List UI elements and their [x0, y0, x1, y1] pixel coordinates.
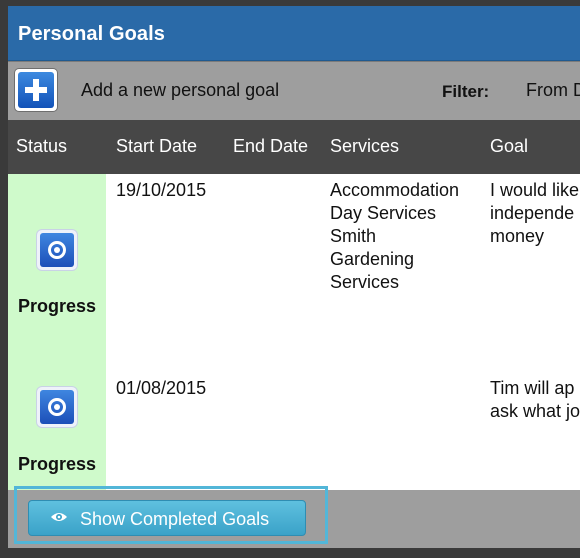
column-header-status[interactable]: Status — [16, 136, 67, 157]
column-header-goal[interactable]: Goal — [490, 136, 528, 157]
goal-line: ask what jo — [490, 401, 580, 421]
toolbar: Add a new personal goal Filter: From D — [8, 61, 580, 121]
table-header: Status Start Date End Date Services Goal — [8, 120, 580, 174]
panel-title: Personal Goals — [18, 23, 166, 45]
status-label: Progress — [17, 454, 97, 474]
show-completed-goals-button[interactable]: Show Completed Goals — [28, 500, 306, 536]
goal-line: independe — [490, 203, 575, 223]
filter-from-label: From D — [526, 80, 580, 100]
personal-goals-panel: Personal Goals Add a new personal goal F… — [8, 6, 580, 548]
service-line: Smith — [330, 226, 377, 246]
title-bar: Personal Goals — [8, 6, 580, 61]
status-label: Progress — [17, 296, 97, 316]
column-header-start-date[interactable]: Start Date — [116, 136, 197, 157]
target-icon[interactable] — [37, 387, 77, 427]
services-cell: Accommodation Day Services Smith Gardeni… — [330, 179, 459, 294]
target-icon[interactable] — [37, 230, 77, 270]
column-header-services[interactable]: Services — [330, 136, 399, 157]
goal-line: money — [490, 226, 545, 246]
column-header-end-date[interactable]: End Date — [233, 136, 308, 157]
service-line: Accommodation — [330, 180, 460, 200]
goal-line: I would like — [490, 180, 580, 200]
service-line: Day Services — [330, 203, 437, 223]
add-goal-link[interactable]: Add a new personal goal — [81, 80, 279, 101]
start-date-cell: 19/10/2015 — [116, 180, 207, 200]
goal-line: Tim will ap — [490, 378, 575, 398]
eye-icon — [51, 513, 67, 521]
filter-label: Filter: — [442, 82, 490, 101]
goal-cell: Tim will ap ask what jo — [490, 377, 580, 423]
status-cell: Progress — [8, 174, 106, 372]
add-goal-button[interactable] — [15, 69, 57, 111]
service-line: Services — [330, 272, 400, 292]
table-row[interactable]: Progress 01/08/2015 Tim will ap ask what… — [8, 372, 580, 490]
show-completed-goals-label: Show Completed Goals — [80, 509, 270, 529]
start-date-cell: 01/08/2015 — [116, 378, 207, 398]
status-cell: Progress — [8, 372, 106, 490]
table-row[interactable]: Progress 19/10/2015 Accommodation Day Se… — [8, 174, 580, 373]
service-line: Gardening — [330, 249, 415, 269]
goal-cell: I would like independe money — [490, 179, 579, 248]
plus-icon — [18, 72, 54, 108]
